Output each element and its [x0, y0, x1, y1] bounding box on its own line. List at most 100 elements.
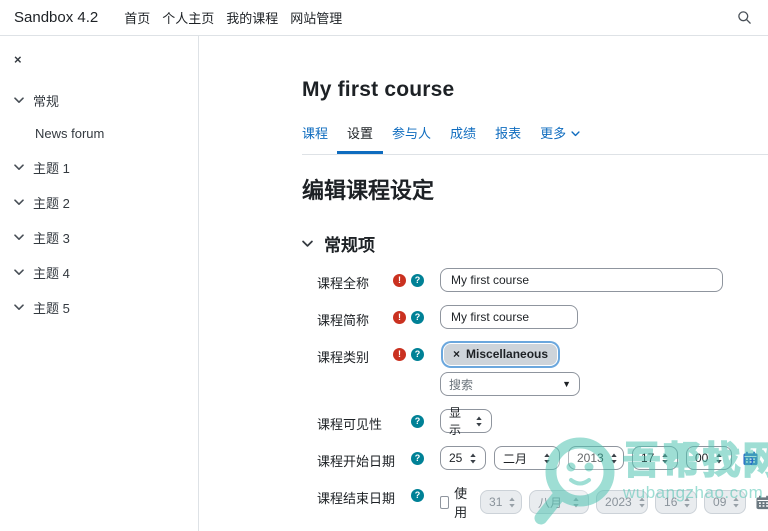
startdate-year-select[interactable]: 2013 [568, 446, 624, 470]
sidebar-item-topic-2[interactable]: 主题 2 [14, 193, 198, 212]
select-arrows-icon [638, 497, 646, 508]
shortname-input[interactable] [440, 305, 578, 329]
help-icon[interactable]: ? [411, 489, 424, 502]
select-arrows-icon [715, 453, 723, 464]
enddate-month-select: 八月 [529, 490, 589, 514]
tab-grades[interactable]: 成绩 [450, 123, 476, 142]
startdate-year-value: 2013 [577, 451, 604, 465]
category-search-dropdown[interactable]: 搜索 ▼ [440, 372, 580, 396]
shortname-label: 课程简称 [317, 310, 369, 329]
select-arrows-icon [732, 497, 740, 508]
enddate-month-value: 八月 [538, 494, 562, 511]
form-row-fullname: 课程全称 ! ? [317, 268, 768, 292]
top-navbar: Sandbox 4.2 首页 个人主页 我的课程 网站管理 [0, 0, 768, 36]
primary-nav: 首页 个人主页 我的课程 网站管理 [112, 8, 342, 27]
startdate-hour-select[interactable]: 17 [632, 446, 678, 470]
chevron-down-icon [14, 199, 24, 206]
enddate-hour-value: 16 [664, 495, 677, 509]
chevron-down-icon [14, 269, 24, 276]
chevron-down-icon [14, 304, 24, 311]
form-row-visibility: 课程可见性 ? 显示 [317, 409, 768, 433]
sidebar-item-label: 主题 1 [33, 158, 70, 177]
nav-link-home[interactable]: 首页 [124, 8, 150, 27]
course-nav-tabs: 课程 设置 参与人 成绩 报表 更多 [302, 123, 768, 155]
sidebar-item-label: 主题 3 [33, 228, 70, 247]
select-arrows-icon [572, 497, 580, 508]
search-toggle[interactable] [737, 10, 752, 25]
category-search-label: 搜索 [449, 376, 473, 393]
category-tag-label: Miscellaneous [466, 347, 548, 361]
help-icon[interactable]: ? [411, 452, 424, 465]
sidebar-item-general[interactable]: 常规 [14, 91, 198, 110]
page-title: 编辑课程设定 [302, 173, 768, 205]
chevron-down-icon [302, 240, 313, 248]
enddate-enable-label: 使用 [454, 483, 471, 521]
nav-link-my-courses[interactable]: 我的课程 [226, 8, 278, 27]
enddate-minute-select: 09 [704, 490, 746, 514]
enddate-minute-value: 09 [713, 495, 726, 509]
nav-link-dashboard[interactable]: 个人主页 [162, 8, 214, 27]
chevron-down-icon [571, 131, 580, 137]
visibility-select[interactable]: 显示 [440, 409, 492, 433]
tab-more-label: 更多 [540, 123, 566, 142]
visibility-value: 显示 [449, 404, 469, 438]
help-icon[interactable]: ? [411, 415, 424, 428]
site-brand[interactable]: Sandbox 4.2 [14, 9, 98, 26]
course-index-drawer: × 常规 News forum 主题 1 主题 2 主题 3 主题 4 主题 5 [0, 36, 199, 531]
category-selected-tag[interactable]: × Miscellaneous [444, 344, 557, 365]
sidebar-item-label: 主题 4 [33, 263, 70, 282]
tab-reports[interactable]: 报表 [495, 123, 521, 142]
fullname-input[interactable] [440, 268, 723, 292]
form-row-enddate: 课程结束日期 ? 使用 31 八月 [317, 483, 768, 521]
startdate-month-select[interactable]: 二月 [494, 446, 560, 470]
fullname-label: 课程全称 [317, 273, 369, 292]
required-icon: ! [393, 348, 406, 361]
remove-tag-icon[interactable]: × [453, 347, 460, 361]
course-settings-form: 课程全称 ! ? 课程简称 ! ? [302, 268, 768, 531]
sidebar-item-topic-5[interactable]: 主题 5 [14, 298, 198, 317]
enddate-enable-checkbox[interactable] [440, 496, 449, 509]
sidebar-item-topic-3[interactable]: 主题 3 [14, 228, 198, 247]
nav-link-site-admin[interactable]: 网站管理 [290, 8, 342, 27]
startdate-minute-value: 00 [695, 451, 708, 465]
main-content: My first course 课程 设置 参与人 成绩 报表 更多 编辑课程设… [199, 36, 768, 531]
enddate-label: 课程结束日期 [317, 488, 395, 507]
category-label: 课程类别 [317, 347, 369, 366]
sidebar-item-label: News forum [35, 126, 104, 141]
required-icon: ! [393, 311, 406, 324]
page-layout: × 常规 News forum 主题 1 主题 2 主题 3 主题 4 主题 5 [0, 36, 768, 531]
sidebar-item-topic-4[interactable]: 主题 4 [14, 263, 198, 282]
help-icon[interactable]: ? [411, 274, 424, 287]
calendar-icon [756, 495, 768, 510]
tab-settings[interactable]: 设置 [347, 123, 373, 142]
close-drawer-button[interactable]: × [14, 52, 28, 67]
select-arrows-icon [469, 453, 477, 464]
form-row-shortname: 课程简称 ! ? [317, 305, 768, 329]
tab-participants[interactable]: 参与人 [392, 123, 431, 142]
startdate-hour-value: 17 [641, 451, 654, 465]
tab-more[interactable]: 更多 [540, 123, 580, 142]
startdate-minute-select[interactable]: 00 [686, 446, 732, 470]
form-row-startdate: 课程开始日期 ? 25 二月 2013 [317, 446, 768, 470]
help-icon[interactable]: ? [411, 348, 424, 361]
required-icon: ! [393, 274, 406, 287]
enddate-enable-control[interactable]: 使用 [440, 483, 471, 521]
sidebar-item-news-forum[interactable]: News forum [14, 126, 198, 141]
search-icon [737, 10, 752, 25]
sidebar-item-label: 主题 5 [33, 298, 70, 317]
sidebar-item-label: 常规 [33, 91, 59, 110]
section-title: 常规项 [324, 231, 375, 256]
sidebar-item-label: 主题 2 [33, 193, 70, 212]
help-icon[interactable]: ? [411, 311, 424, 324]
tab-course[interactable]: 课程 [302, 123, 328, 142]
section-general-toggle[interactable]: 常规项 [302, 231, 768, 256]
select-arrows-icon [543, 453, 551, 464]
select-arrows-icon [610, 453, 618, 464]
startdate-day-select[interactable]: 25 [440, 446, 486, 470]
sidebar-item-topic-1[interactable]: 主题 1 [14, 158, 198, 177]
enddate-hour-select: 16 [655, 490, 697, 514]
startdate-day-value: 25 [449, 451, 462, 465]
select-arrows-icon [475, 416, 483, 427]
calendar-icon[interactable] [743, 451, 758, 466]
visibility-label: 课程可见性 [317, 414, 382, 433]
